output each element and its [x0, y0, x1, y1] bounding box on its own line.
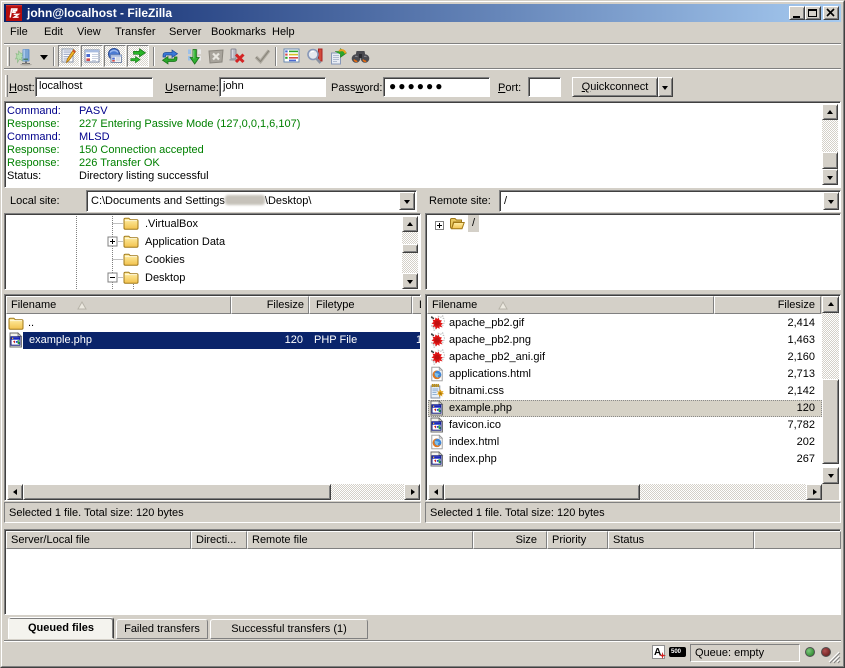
svg-text:.VirtualBox: .VirtualBox: [145, 218, 198, 230]
svg-text:Cookies: Cookies: [145, 254, 185, 266]
svg-text:Application Data: Application Data: [145, 236, 226, 248]
svg-text:Desktop: Desktop: [145, 272, 185, 284]
